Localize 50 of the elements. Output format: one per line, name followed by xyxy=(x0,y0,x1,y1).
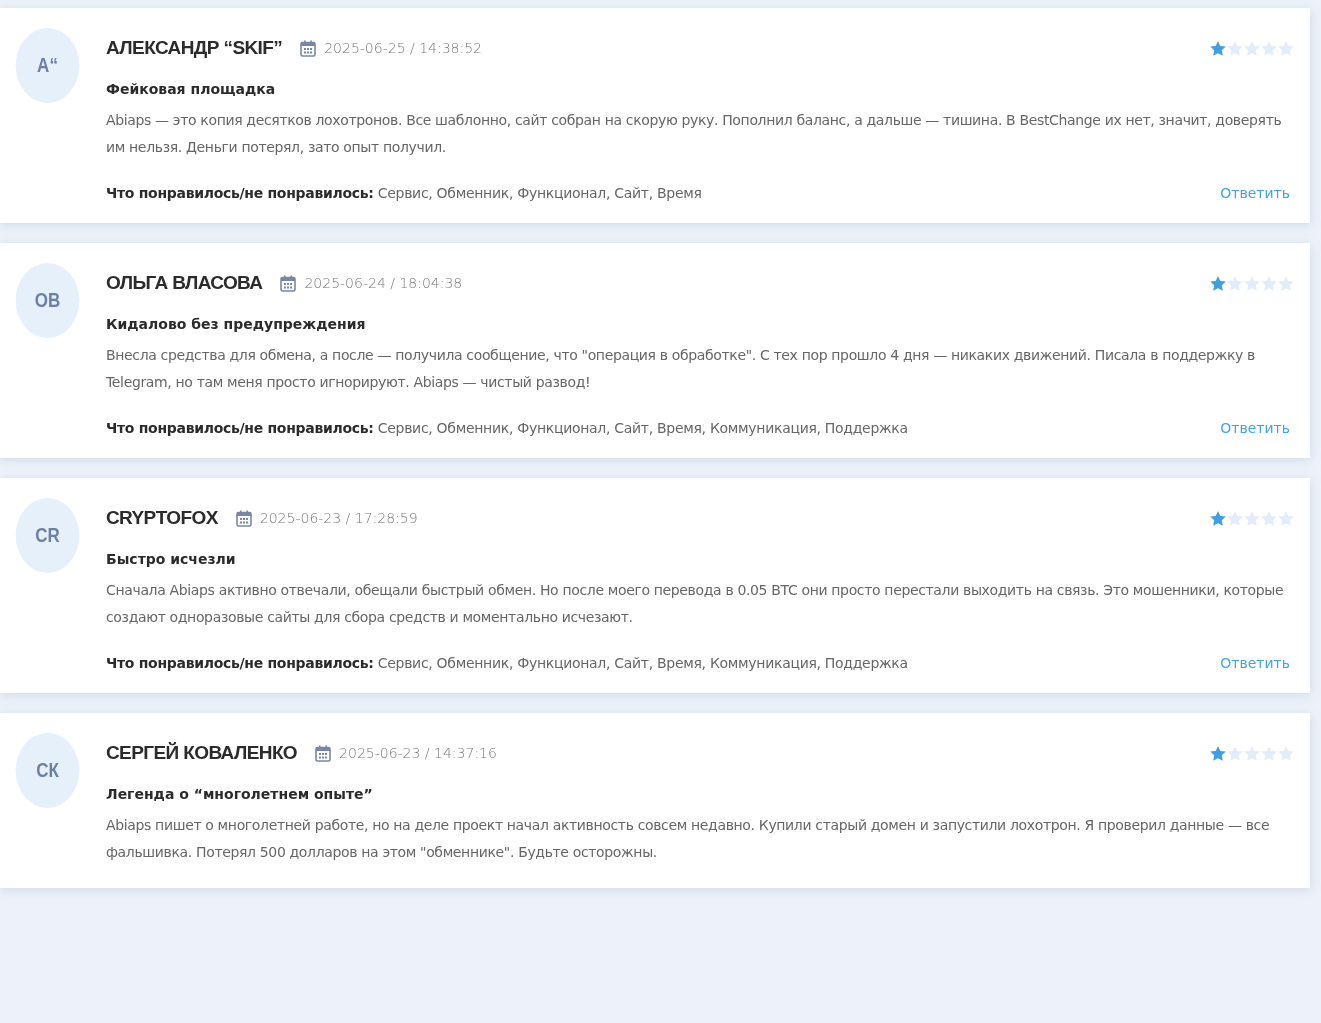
star-icon xyxy=(1244,745,1260,761)
star-icon xyxy=(1227,40,1243,56)
star-icon xyxy=(1227,275,1243,291)
star-icon xyxy=(1261,40,1277,56)
likes-summary: Что понравилось/не понравилось: Сервис, Обменник, Функционал, Сайт, Время, Коммуникация, Поддержка xyxy=(106,420,908,436)
author-name: ОЛЬГА ВЛАСОВА xyxy=(106,272,263,294)
star-icon xyxy=(1210,40,1226,56)
review-title: Фейковая площадка xyxy=(106,81,277,97)
review-title: Легенда о “многолетнем опыте” xyxy=(106,786,374,802)
calendar-icon xyxy=(300,39,317,57)
star-icon xyxy=(1227,510,1243,526)
calendar-icon xyxy=(280,274,297,292)
review-text: Внесла средства для обмена, а после — получила сообщение, что "операция в обработке". С тех пор прошло 4 дня — никаких движений. Писала в поддержку в Telegram, но там меня просто игнорируют. Abiaps — чистый развод! xyxy=(106,346,1256,392)
review-title: Быстро исчезли xyxy=(106,551,237,567)
review-date: 2025-06-25 / 14:38:52 xyxy=(324,40,483,56)
review-text: Abiaps пишет о многолетней работе, но на деле проект начал активность совсем недавно. Купили старый домен и запустили лохотрон. Я проверил данные — все фальшивка. Потерял 500 долларов на этом "обменнике". Будьте осторожны. xyxy=(106,816,1271,862)
review-date: 2025-06-23 / 14:37:16 xyxy=(339,745,497,761)
calendar-icon xyxy=(315,744,332,762)
star-icon xyxy=(1278,275,1294,291)
star-icon xyxy=(1227,745,1243,761)
star-icon xyxy=(1278,745,1294,761)
likes-summary: Что понравилось/не понравилось: Сервис, Обменник, Функционал, Сайт, Время xyxy=(106,185,702,201)
star-icon xyxy=(1261,275,1277,291)
star-icon xyxy=(1210,510,1226,526)
author-name: CRYPTOFOX xyxy=(106,507,218,529)
avatar: CR xyxy=(15,498,80,573)
star-icon xyxy=(1261,510,1277,526)
star-icon xyxy=(1278,40,1294,56)
star-icon xyxy=(1210,745,1226,761)
star-icon xyxy=(1278,510,1294,526)
avatar: А“ xyxy=(15,28,80,103)
review-text: Abiaps — это копия десятков лохотронов. Все шаблонно, сайт собран на скорую руку. Пополнил баланс, а дальше — тишина. В BestChange их нет, значит, доверять им нельзя. Деньги потерял, зато опыт получил. xyxy=(106,111,1283,157)
calendar-icon xyxy=(235,509,252,527)
review-date: 2025-06-23 / 17:28:59 xyxy=(259,510,418,526)
star-icon xyxy=(1244,40,1260,56)
reply-link[interactable]: Ответить xyxy=(1220,185,1290,201)
likes-summary: Что понравилось/не понравилось: Сервис, Обменник, Функционал, Сайт, Время, Коммуникация, Поддержка xyxy=(106,655,908,671)
review-text: Сначала Abiaps активно отвечали, обещали быстрый обмен. Но после моего перевода в 0.05 BTC они просто перестали выходить на связь. Это мошенники, которые создают одноразовые сайты для сбора средств и моментально исчезают. xyxy=(106,581,1285,627)
star-icon xyxy=(1261,745,1277,761)
avatar: ОВ xyxy=(15,263,80,338)
star-icon xyxy=(1210,275,1226,291)
star-icon xyxy=(1244,510,1260,526)
review-title: Кидалово без предупреждения xyxy=(106,316,367,332)
avatar: СК xyxy=(15,733,80,808)
reply-link[interactable]: Ответить xyxy=(1220,655,1290,671)
author-name: АЛЕКСАНДР “SKIF” xyxy=(106,37,283,59)
author-name: СЕРГЕЙ КОВАЛЕНКО xyxy=(106,742,298,764)
review-date: 2025-06-24 / 18:04:38 xyxy=(304,275,463,291)
reply-link[interactable]: Ответить xyxy=(1220,420,1290,436)
star-icon xyxy=(1244,275,1260,291)
